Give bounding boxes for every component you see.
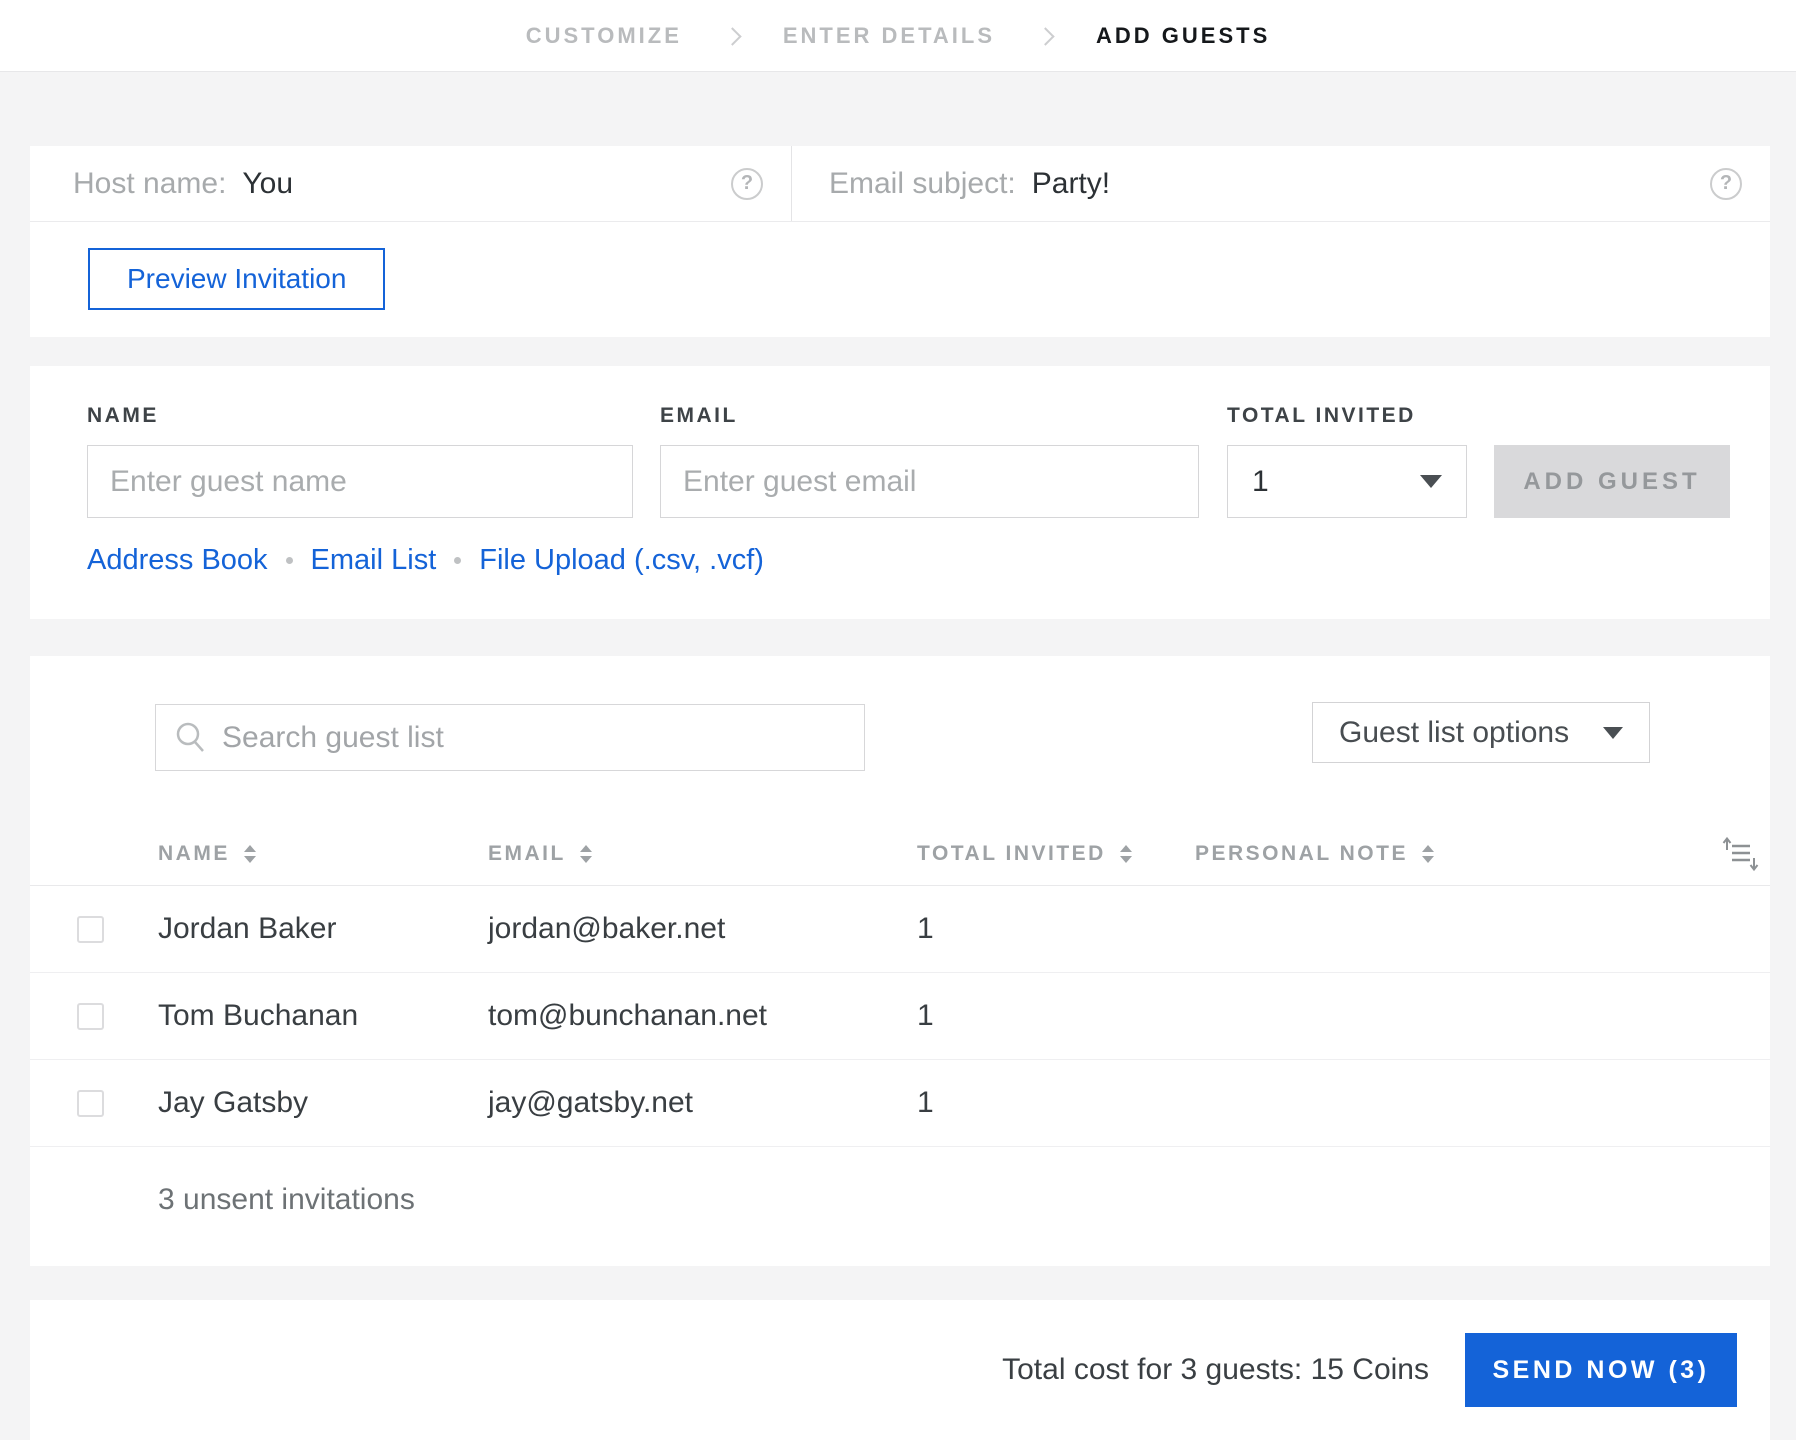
help-icon[interactable]: ?: [1710, 167, 1742, 200]
guest-invited-cell: 1: [917, 912, 934, 945]
breadcrumb-step-customize[interactable]: CUSTOMIZE: [526, 23, 682, 49]
row-checkbox[interactable]: [77, 1002, 104, 1030]
sort-arrows-icon: [579, 844, 592, 863]
add-guests-page: CUSTOMIZE ENTER DETAILS ADD GUESTS Host …: [0, 0, 1796, 1440]
total-invited-group: TOTAL INVITED 1: [1227, 404, 1494, 518]
guest-invited-cell: 1: [917, 999, 934, 1032]
caret-down-icon: [1420, 475, 1442, 488]
guest-name-cell: Jordan Baker: [158, 912, 337, 945]
total-cost-text: Total cost for 3 guests: 15 Coins: [1002, 1353, 1429, 1386]
address-book-link[interactable]: Address Book: [87, 544, 268, 577]
sort-arrows-icon: [1119, 844, 1132, 863]
guest-name-label: NAME: [87, 404, 159, 427]
search-input[interactable]: [222, 720, 846, 755]
row-checkbox[interactable]: [77, 915, 104, 943]
breadcrumb: CUSTOMIZE ENTER DETAILS ADD GUESTS: [0, 0, 1796, 72]
help-icon[interactable]: ?: [731, 167, 763, 200]
table-row: Jordan Baker jordan@baker.net 1: [30, 886, 1770, 973]
column-header-name[interactable]: NAME: [158, 842, 488, 866]
unsent-invitations-note: 3 unsent invitations: [158, 1183, 415, 1216]
reorder-icon[interactable]: [1720, 834, 1760, 874]
total-invited-select[interactable]: 1: [1227, 445, 1467, 518]
host-name-input[interactable]: [242, 166, 731, 201]
caret-down-icon: [1603, 726, 1623, 739]
add-guest-button[interactable]: ADD GUEST: [1494, 445, 1730, 518]
sort-arrows-icon: [1421, 844, 1434, 863]
guest-list-panel: Guest list options NAME EMAIL TOTAL INVI…: [30, 656, 1770, 1266]
guest-list-options-label: Guest list options: [1339, 715, 1570, 749]
separator-dot-icon: [285, 557, 293, 564]
row-checkbox[interactable]: [77, 1089, 104, 1117]
separator-dot-icon: [454, 557, 462, 564]
guest-list-search: [155, 704, 865, 771]
send-now-button[interactable]: SEND NOW (3): [1465, 1333, 1737, 1407]
invitation-details-panel: Host name: ? Email subject: ? Preview In…: [30, 146, 1770, 337]
import-links-row: Address Book Email List File Upload (.cs…: [87, 544, 1770, 577]
email-subject-field: Email subject: ?: [792, 146, 1770, 221]
total-invited-label: TOTAL INVITED: [1227, 404, 1416, 427]
breadcrumb-step-enter-details[interactable]: ENTER DETAILS: [783, 23, 995, 49]
column-header-email[interactable]: EMAIL: [488, 842, 917, 866]
guest-invited-cell: 1: [917, 1086, 934, 1119]
sort-arrows-icon: [243, 844, 256, 863]
total-invited-value: 1: [1252, 464, 1269, 498]
guest-name-cell: Jay Gatsby: [158, 1086, 309, 1119]
column-header-personal-note[interactable]: PERSONAL NOTE: [1195, 842, 1694, 866]
search-icon: [176, 722, 204, 752]
guest-table-body: Jordan Baker jordan@baker.net 1 Tom Buch…: [30, 886, 1770, 1217]
email-subject-input[interactable]: [1031, 166, 1710, 201]
send-footer-panel: Total cost for 3 guests: 15 Coins SEND N…: [30, 1300, 1770, 1440]
guest-email-input[interactable]: [660, 445, 1199, 518]
host-name-field: Host name: ?: [30, 146, 792, 221]
add-guest-panel: NAME EMAIL TOTAL INVITED 1 ADD GUEST Add…: [30, 366, 1770, 619]
chevron-right-icon: [723, 27, 742, 46]
email-list-link[interactable]: Email List: [311, 544, 437, 577]
guest-email-label: EMAIL: [660, 404, 738, 427]
chevron-right-icon: [1036, 27, 1055, 46]
guest-name-cell: Tom Buchanan: [158, 999, 359, 1032]
guest-email-cell: tom@bunchanan.net: [488, 999, 767, 1032]
details-fields-row: Host name: ? Email subject: ?: [30, 146, 1770, 222]
guest-name-group: NAME: [87, 404, 660, 518]
add-guest-form-row: NAME EMAIL TOTAL INVITED 1 ADD GUEST: [30, 366, 1770, 518]
guest-email-group: EMAIL: [660, 404, 1227, 518]
file-upload-link[interactable]: File Upload (.csv, .vcf): [479, 544, 764, 577]
host-name-label: Host name:: [73, 166, 227, 200]
table-row: Tom Buchanan tom@bunchanan.net 1: [30, 973, 1770, 1060]
email-subject-label: Email subject:: [829, 166, 1016, 200]
guest-email-cell: jordan@baker.net: [488, 912, 726, 945]
preview-row: Preview Invitation: [30, 222, 1770, 336]
breadcrumb-step-add-guests[interactable]: ADD GUESTS: [1096, 23, 1270, 49]
guest-table-header: NAME EMAIL TOTAL INVITED PERSONAL NOTE: [30, 822, 1770, 886]
guest-email-cell: jay@gatsby.net: [488, 1086, 694, 1119]
table-row: Jay Gatsby jay@gatsby.net 1: [30, 1060, 1770, 1147]
guest-list-options-button[interactable]: Guest list options: [1312, 702, 1650, 763]
column-header-total-invited[interactable]: TOTAL INVITED: [917, 842, 1195, 866]
preview-invitation-button[interactable]: Preview Invitation: [88, 248, 386, 310]
guest-name-input[interactable]: [87, 445, 633, 518]
